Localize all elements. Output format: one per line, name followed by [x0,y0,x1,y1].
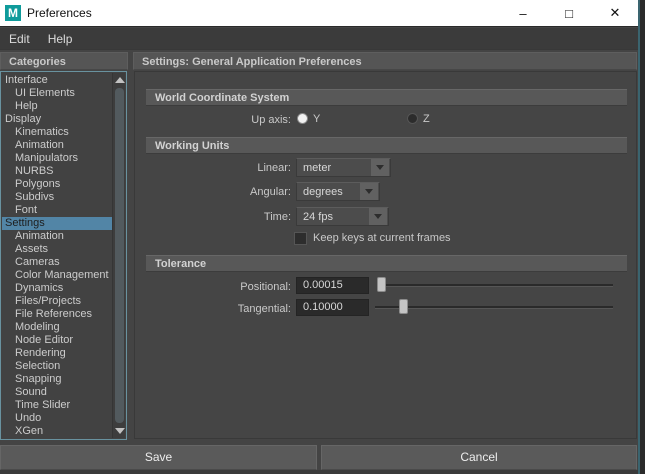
sidebar-item-modeling[interactable]: Modeling [2,321,112,334]
time-dropdown-value: 24 fps [303,210,333,223]
sidebar-item-undo[interactable]: Undo [2,412,112,425]
settings-page-title: Settings: General Application Preference… [133,52,637,70]
radio-up-axis-y[interactable] [297,113,308,124]
radio-up-axis-y-label: Y [313,113,321,125]
angular-dropdown-button[interactable] [360,183,378,200]
radio-up-axis-z[interactable] [407,113,418,124]
categories-listbox: Interface UI Elements Help Display Kinematic… [0,71,127,440]
sidebar-item-files-projects[interactable]: Files/Projects [2,295,112,308]
radio-up-axis-z-label: Z [423,113,430,125]
scroll-up-icon[interactable] [115,77,125,83]
section-tolerance: Tolerance [146,255,627,272]
up-axis-label: Up axis: [251,114,291,126]
positional-label: Positional: [240,281,291,293]
linear-dropdown-button[interactable] [371,159,389,176]
close-button[interactable]: ✕ [592,0,638,26]
window-controls: – □ ✕ [500,0,638,26]
linear-dropdown[interactable]: meter [296,158,391,177]
sidebar-item-kinematics[interactable]: Kinematics [2,126,112,139]
chevron-down-icon [374,214,382,219]
time-label: Time: [263,211,291,223]
tangential-field[interactable]: 0.10000 [296,299,369,316]
sidebar-scrollbar[interactable] [112,73,125,438]
time-dropdown-button[interactable] [369,208,387,225]
sidebar-item-manipulators[interactable]: Manipulators [2,152,112,165]
save-button[interactable]: Save [0,445,317,470]
linear-label: Linear: [257,162,291,174]
background-app-edge [638,0,645,474]
sidebar-item-cameras[interactable]: Cameras [2,256,112,269]
sidebar-item-node-editor[interactable]: Node Editor [2,334,112,347]
angular-label: Angular: [250,186,291,198]
chevron-down-icon [376,165,384,170]
scrollbar-thumb[interactable] [115,88,124,423]
sidebar-item-selection[interactable]: Selection [2,360,112,373]
sidebar-item-font[interactable]: Font [2,204,112,217]
sidebar-list: Interface UI Elements Help Display Kinematic… [2,74,112,438]
tangential-slider-track[interactable] [375,306,613,309]
window-title: Preferences [27,6,92,20]
sidebar-item-ui-elements[interactable]: UI Elements [2,87,112,100]
sidebar-item-file-references[interactable]: File References [2,308,112,321]
sidebar-item-polygons[interactable]: Polygons [2,178,112,191]
sidebar-item-time-slider[interactable]: Time Slider [2,399,112,412]
maximize-button[interactable]: □ [546,0,592,26]
time-dropdown[interactable]: 24 fps [296,207,389,226]
sidebar-item-color-management[interactable]: Color Management [2,269,112,282]
positional-slider-handle[interactable] [377,277,386,292]
screen: M Preferences – □ ✕ Edit Help Categories… [0,0,645,474]
section-working-units: Working Units [146,137,627,154]
sidebar-item-assets[interactable]: Assets [2,243,112,256]
angular-dropdown[interactable]: degrees [296,182,380,201]
background-app-edge-bottom [0,470,638,474]
sidebar-item-animation[interactable]: Animation [2,139,112,152]
chevron-down-icon [365,189,373,194]
keep-keys-label: Keep keys at current frames [313,232,451,244]
sidebar-item-help[interactable]: Help [2,100,112,113]
categories-header: Categories [0,52,128,70]
linear-dropdown-value: meter [303,161,332,174]
sidebar-item-xgen[interactable]: XGen [2,425,112,438]
settings-panel: World Coordinate System Up axis: Y Z Wor… [134,71,637,439]
sidebar-item-rendering[interactable]: Rendering [2,347,112,360]
sidebar-item-snapping[interactable]: Snapping [2,373,112,386]
sidebar-item-settings[interactable]: Settings [2,217,112,230]
sidebar-item-sound[interactable]: Sound [2,386,112,399]
menu-edit[interactable]: Edit [0,32,39,46]
preferences-window: M Preferences – □ ✕ Edit Help Categories… [0,0,638,470]
tangential-label: Tangential: [237,303,291,315]
positional-field[interactable]: 0.00015 [296,277,369,294]
cancel-button[interactable]: Cancel [321,445,637,470]
sidebar-item-display[interactable]: Display [2,113,112,126]
positional-slider-track[interactable] [379,284,613,287]
sidebar-item-nurbs[interactable]: NURBS [2,165,112,178]
minimize-button[interactable]: – [500,0,546,26]
section-world-coordinate-system: World Coordinate System [146,89,627,106]
sidebar-item-animation[interactable]: Animation [2,230,112,243]
tangential-slider-handle[interactable] [399,299,408,314]
angular-dropdown-value: degrees [303,185,343,198]
sidebar-item-interface[interactable]: Interface [2,74,112,87]
sidebar-item-subdivs[interactable]: Subdivs [2,191,112,204]
sidebar-item-dynamics[interactable]: Dynamics [2,282,112,295]
menu-bar: Edit Help [0,28,638,50]
maya-app-icon: M [5,5,21,21]
keep-keys-checkbox[interactable] [294,232,307,245]
title-bar: M Preferences – □ ✕ [0,0,638,27]
scroll-down-icon[interactable] [115,428,125,434]
menu-help[interactable]: Help [39,32,82,46]
